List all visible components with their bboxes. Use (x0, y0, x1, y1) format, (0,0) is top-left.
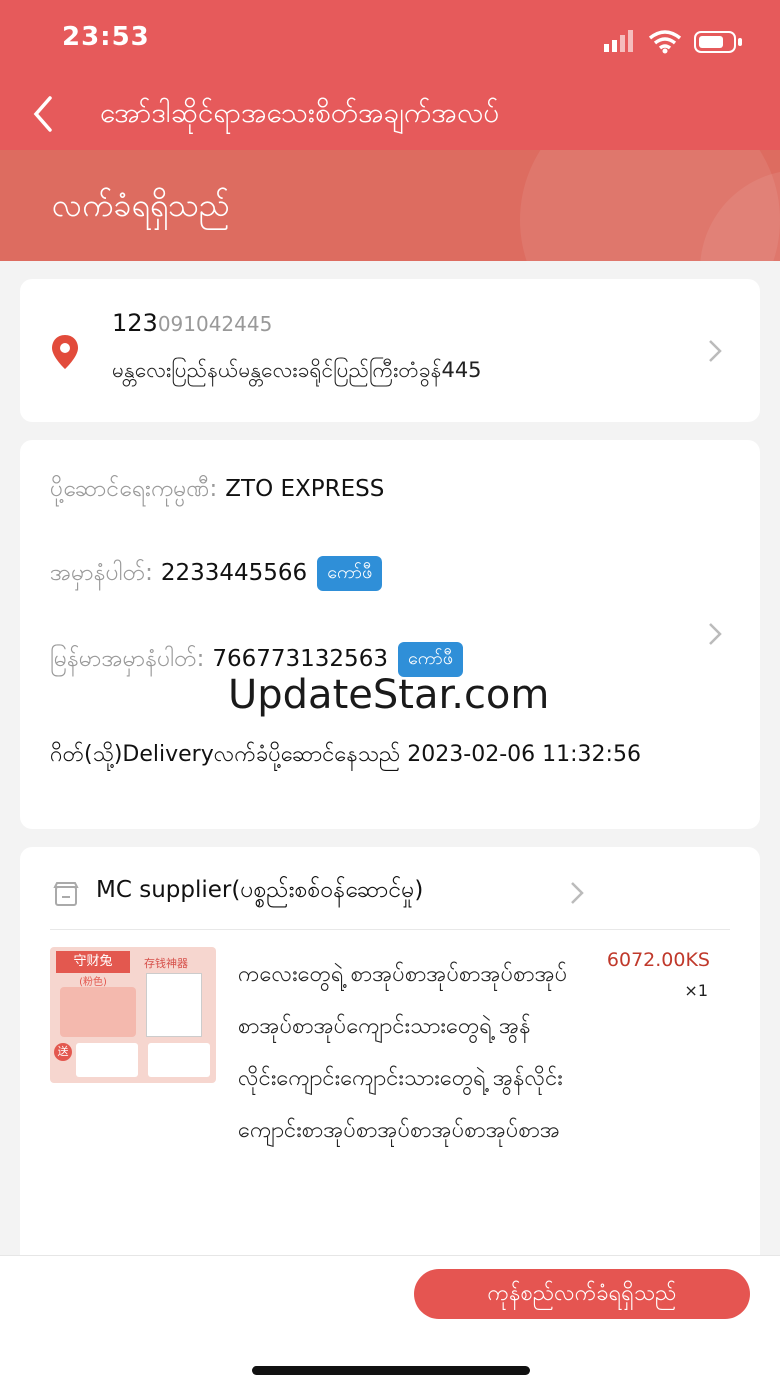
tracking-value: 2233445566 (160, 560, 308, 586)
order-status-band: လက်ခံရရှိသည် (0, 150, 780, 261)
status-time: 23:53 (62, 22, 150, 52)
wifi-icon (648, 30, 682, 54)
courier-label: ပို့ဆောင်ရေးကုမ္ပဏီ: (50, 476, 218, 502)
latest-tracking-event: ဂိတ်(သို့)Deliveryလက်ခံပို့ဆောင်နေသည် 20… (50, 742, 641, 767)
recipient-name-phone: 123091042445 (112, 309, 272, 337)
signal-icon (604, 30, 633, 52)
chevron-right-icon[interactable] (568, 879, 586, 907)
confirm-receipt-button[interactable]: ကုန်စည်လက်ခံရရှိသည် (414, 1269, 750, 1319)
courier-row: ပို့ဆောင်ရေးကုမ္ပဏီ: ZTO EXPRESS (50, 474, 384, 508)
chevron-right-icon[interactable] (706, 620, 724, 648)
home-indicator[interactable] (252, 1366, 530, 1375)
chevron-right-icon[interactable] (706, 337, 724, 365)
tracking-row: အမှာနံပါတ်: 2233445566 ကော်ဖီ (50, 556, 383, 592)
location-pin-icon (52, 335, 78, 369)
battery-icon (694, 31, 742, 53)
app-header: 23:53 အော်ဒါဆိုင်ရာအသေးစိတ်အချက်အလပ် (0, 0, 780, 150)
mm-tracking-value: 766773132563 (212, 646, 388, 672)
order-status-text: လက်ခံရရှိသည် (52, 186, 230, 224)
page-title: အော်ဒါဆိုင်ရာအသေးစိတ်အချက်အလပ် (100, 96, 500, 129)
courier-value: ZTO EXPRESS (225, 476, 385, 502)
back-arrow-icon[interactable] (26, 90, 66, 138)
shipping-card[interactable]: ပို့ဆောင်ရေးကုမ္ပဏီ: ZTO EXPRESS အမှာနံပါ… (20, 440, 760, 829)
product-image-notebook (60, 987, 136, 1037)
address-card[interactable]: 123091042445 မန္တလေးပြည်နယ်မန္တလေးခရိုင်… (20, 279, 760, 422)
product-image-pens (76, 1043, 138, 1077)
product-image-stickers (148, 1043, 210, 1077)
shop-card: MC supplier(ပစ္စည်းစစ်ဝန်ဆောင်မှု) 守财兔 (… (20, 847, 760, 1267)
recipient-phone: 091042445 (157, 312, 273, 336)
product-price: 6072.00KS (606, 949, 710, 971)
product-image-gift-badge: 送 (54, 1043, 72, 1061)
recipient-name: 123 (112, 309, 158, 337)
address-line: မန္တလေးပြည်နယ်မန္တလေးခရိုင်ပြည်ကြီးတံခွန… (112, 358, 482, 382)
shop-name[interactable]: MC supplier(ပစ္စည်းစစ်ဝန်ဆောင်မှု) (96, 875, 423, 909)
product-image-variant: (粉色) (79, 977, 107, 988)
store-icon (53, 882, 79, 906)
copy-tracking-button[interactable]: ကော်ဖီ (317, 556, 383, 591)
watermark-text: UpdateStar.com (228, 672, 550, 718)
product-image-tagline: 存钱神器 (144, 957, 188, 970)
divider (50, 929, 730, 930)
product-quantity: ×1 (684, 981, 708, 1000)
product-title[interactable]: ကလေးတွေရဲ့ စာအုပ်စာအုပ်စာအုပ်စာအုပ်စာအုပ… (238, 949, 568, 1157)
product-image-page (146, 973, 202, 1037)
footer-bar: ကုန်စည်လက်ခံရရှိသည် (0, 1255, 780, 1388)
tracking-label: အမှာနံပါတ်: (50, 560, 153, 586)
product-image-brand: 守财兔 (56, 951, 130, 973)
product-image[interactable]: 守财兔 (粉色) 存钱神器 送 (50, 947, 216, 1083)
mm-tracking-label: မြန်မာအမှာနံပါတ်: (50, 646, 205, 672)
